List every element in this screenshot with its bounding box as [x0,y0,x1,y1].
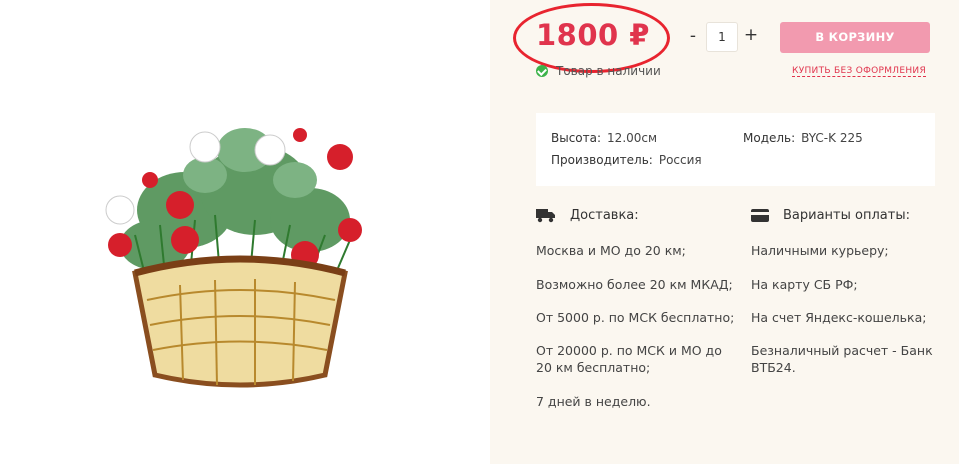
check-circle-icon [536,65,548,77]
stock-status-label: Товар в наличии [556,64,661,78]
payment-item: Безналичный расчет - Банк ВТБ24. [751,343,933,375]
annotation-circle [513,3,670,73]
quantity-increase-button[interactable]: + [743,25,759,45]
delivery-heading: Доставка: [536,208,639,223]
product-image[interactable] [0,0,490,464]
spec-height: Высота: 12.00см [551,131,657,145]
spec-model: Модель: BYC-K 225 [743,131,863,145]
spec-model-label: Модель: [743,131,796,145]
spec-height-value: 12.00см [607,131,658,145]
stock-status: Товар в наличии [536,64,661,78]
payment-item: Наличными курьеру; [751,243,889,258]
delivery-item: 7 дней в неделю. [536,394,651,409]
spec-model-value: BYC-K 225 [801,131,863,145]
delivery-item: От 5000 р. по МСК бесплатно; [536,310,735,325]
delivery-item: Возможно более 20 км МКАД; [536,277,733,292]
quantity-decrease-button[interactable]: - [686,26,700,46]
payment-item: На карту СБ РФ; [751,277,858,292]
delivery-item: От 20000 р. по МСК и МО до 20 км бесплат… [536,343,722,375]
payment-item: На счет Яндекс-кошелька; [751,310,927,325]
flower-basket-image [105,128,362,388]
specs-box [536,113,935,186]
spec-maker-label: Производитель: [551,153,653,167]
buy-oneclick-link[interactable]: КУПИТЬ БЕЗ ОФОРМЛЕНИЯ [792,66,927,77]
payment-heading: Варианты оплаты: [751,208,910,223]
add-to-cart-button[interactable]: В КОРЗИНУ [780,22,930,53]
spec-height-label: Высота: [551,131,602,145]
credit-card-icon [751,209,769,222]
spec-maker-value: Россия [658,153,702,167]
quantity-input[interactable]: 1 [706,22,738,52]
delivery-title: Доставка: [570,208,639,223]
payment-title: Варианты оплаты: [783,208,910,223]
delivery-item: Москва и МО до 20 км; [536,243,686,258]
truck-icon [536,209,555,223]
spec-maker: Производитель: Россия [551,153,702,167]
